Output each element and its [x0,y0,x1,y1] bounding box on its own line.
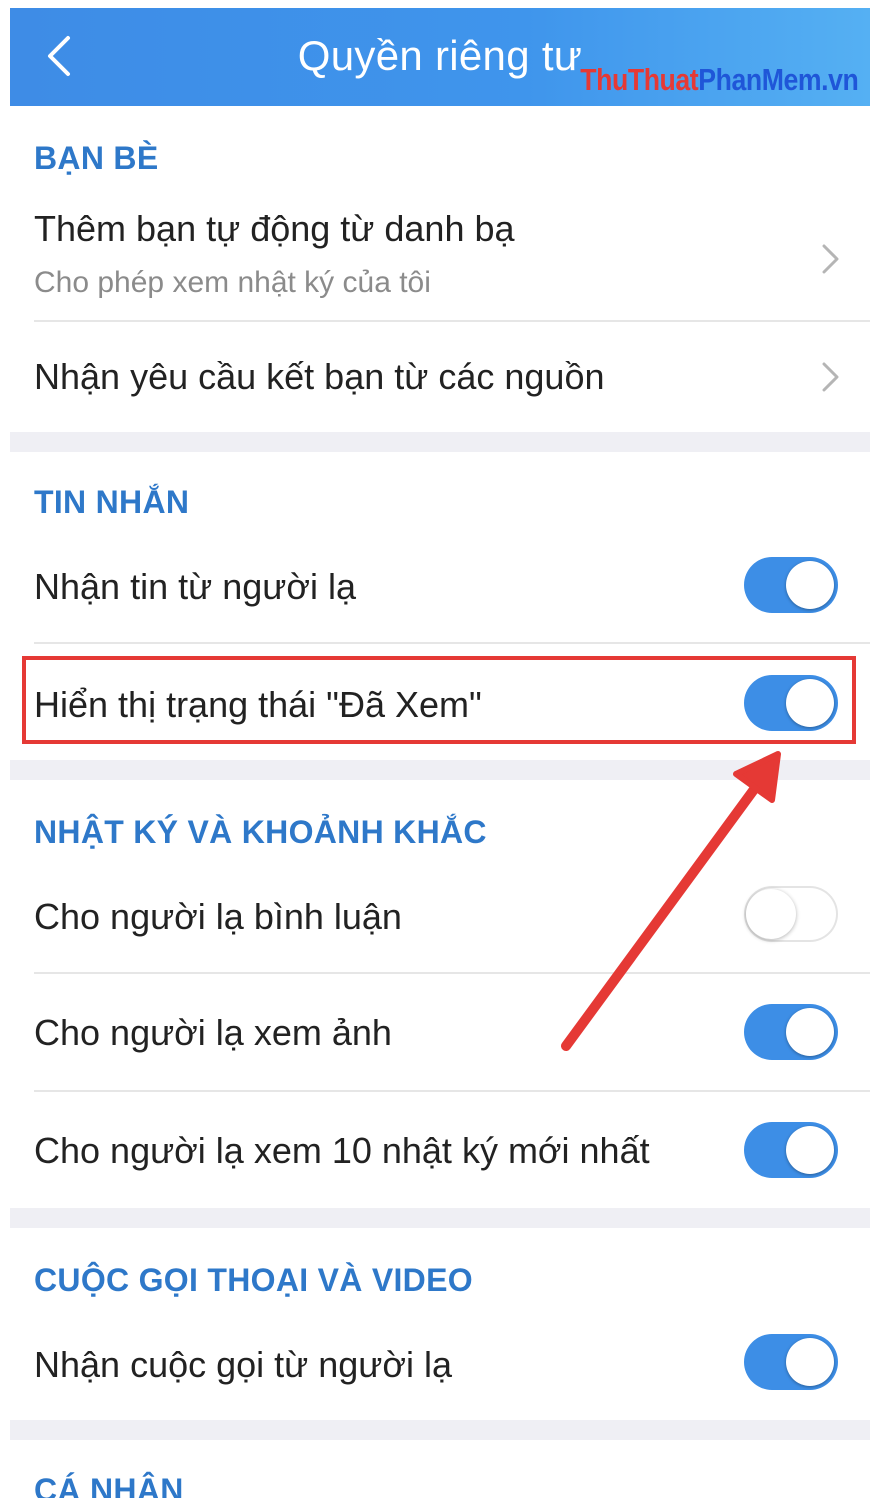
toggle-switch-on[interactable] [744,557,838,613]
toggle-switch-on[interactable] [744,1004,838,1060]
row-strangers-comment: Cho người lạ bình luận [10,858,870,972]
row-strangers-view-photos: Cho người lạ xem ảnh [10,974,870,1090]
section-title-diary: NHẬT KÝ VÀ KHOẢNH KHẮC [34,814,487,850]
toggle-switch-on[interactable] [744,1334,838,1390]
watermark: ThuThuatPhanMem.vn [579,62,859,98]
chevron-right-icon [822,362,839,392]
row-label: Cho người lạ xem 10 nhật ký mới nhất [34,1130,650,1171]
section-gap [10,1208,870,1228]
toggle-switch-on[interactable] [744,1122,838,1178]
row-label: Nhận tin từ người lạ [34,566,356,607]
row-messages-from-strangers: Nhận tin từ người lạ [10,528,870,642]
privacy-settings-screen: Quyền riêng tư ThuThuatPhanMem.vn BẠN BÈ… [10,8,870,1498]
section-gap [10,1420,870,1440]
section-gap [10,432,870,452]
highlight-box [22,656,856,744]
row-label: Nhận yêu cầu kết bạn từ các nguồn [34,356,605,397]
row-calls-from-strangers: Nhận cuộc gọi từ người lạ [10,1306,870,1420]
row-label: Thêm bạn tự động từ danh bạ [34,208,515,249]
toggle-knob [786,1126,834,1174]
toggle-knob [786,561,834,609]
section-gap [10,760,870,780]
row-label: Cho người lạ bình luận [34,896,402,937]
watermark-part1: ThuThuat [579,62,698,97]
watermark-part2: PhanMem.vn [697,62,859,97]
toggle-knob [786,1008,834,1056]
toggle-knob [786,1338,834,1386]
row-friend-requests-sources[interactable]: Nhận yêu cầu kết bạn từ các nguồn [10,322,870,432]
chevron-right-icon [822,244,839,274]
section-title-friends: BẠN BÈ [34,140,159,176]
row-strangers-view-diary: Cho người lạ xem 10 nhật ký mới nhất [10,1092,870,1208]
header-bar: Quyền riêng tư ThuThuatPhanMem.vn [10,8,870,106]
toggle-switch-off[interactable] [744,886,838,942]
section-title-personal: CÁ NHÂN [34,1472,184,1498]
toggle-knob [746,889,796,939]
section-title-messages: TIN NHẮN [34,484,190,520]
row-sublabel: Cho phép xem nhật ký của tôi [34,266,431,299]
row-label: Cho người lạ xem ảnh [34,1012,392,1053]
row-auto-add-friends[interactable]: Thêm bạn tự động từ danh bạ Cho phép xem… [10,196,870,320]
section-title-calls: CUỘC GỌI THOẠI VÀ VIDEO [34,1262,473,1298]
row-label: Nhận cuộc gọi từ người lạ [34,1344,453,1385]
